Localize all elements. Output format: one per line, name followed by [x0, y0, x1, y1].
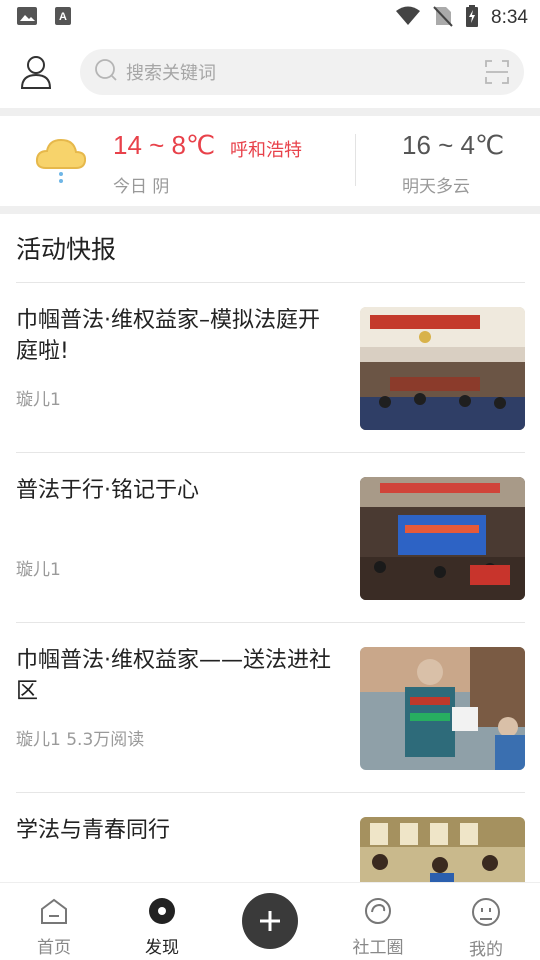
- font-a-icon: A: [54, 6, 72, 30]
- today-weather: 今日 阴: [113, 177, 170, 197]
- news-title[interactable]: 巾帼普法·维权益家——送法进社区: [16, 645, 336, 707]
- weather-divider: [355, 134, 356, 186]
- news-title[interactable]: 巾帼普法·维权益家–模拟法庭开庭啦!: [16, 305, 336, 367]
- home-icon: [39, 897, 69, 929]
- tab-social-circle[interactable]: 社工圈: [324, 883, 432, 960]
- tomorrow-weather: 明天多云: [402, 177, 470, 197]
- tab-mine[interactable]: 我的: [432, 883, 540, 960]
- svg-text:A: A: [59, 11, 67, 23]
- top-header: 搜索关键词: [0, 36, 540, 108]
- clock: 8:34: [491, 7, 528, 28]
- tab-label: 首页: [37, 938, 71, 958]
- tab-label: 我的: [469, 940, 503, 960]
- news-item[interactable]: 巾帼普法·维权益家–模拟法庭开庭啦! 璇儿1: [16, 283, 525, 453]
- divider: [0, 108, 540, 116]
- divider: [0, 206, 540, 214]
- wifi-icon: [395, 6, 421, 30]
- today-temperature: 14 ~ 8℃: [113, 130, 216, 160]
- user-icon[interactable]: [16, 52, 56, 92]
- news-thumbnail[interactable]: [360, 817, 525, 882]
- battery-charging-icon: [465, 5, 479, 31]
- profile-face-icon: [471, 897, 501, 931]
- tab-discover[interactable]: 发现: [108, 883, 216, 960]
- search-bar[interactable]: 搜索关键词: [80, 49, 524, 95]
- image-icon: [16, 6, 38, 30]
- news-thumbnail[interactable]: [360, 477, 525, 600]
- tab-label: 发现: [145, 938, 179, 958]
- section-title: 活动快报: [16, 235, 117, 264]
- news-thumbnail[interactable]: [360, 647, 525, 770]
- tab-home[interactable]: 首页: [0, 883, 108, 960]
- tab-add[interactable]: [216, 883, 324, 960]
- circle-icon: [364, 897, 392, 929]
- search-icon: [94, 58, 118, 86]
- cloud-rain-icon: [34, 134, 88, 186]
- bottom-tab-bar: 首页 发现 社工圈 我的: [0, 882, 540, 960]
- plus-icon[interactable]: [242, 893, 298, 949]
- news-thumbnail[interactable]: [360, 307, 525, 430]
- tomorrow-temperature: 16 ~ 4℃: [402, 130, 505, 160]
- scan-icon[interactable]: [484, 59, 510, 85]
- news-item[interactable]: 学法与青春同行: [16, 793, 525, 882]
- news-meta: 璇儿1 5.3万阅读: [16, 730, 145, 750]
- weather-panel[interactable]: 14 ~ 8℃ 呼和浩特 今日 阴 16 ~ 4℃ 明天多云: [0, 116, 540, 206]
- news-meta: 璇儿1: [16, 560, 61, 580]
- news-title[interactable]: 普法于行·铭记于心: [16, 475, 336, 506]
- tab-label: 社工圈: [352, 938, 404, 958]
- no-sim-icon: [433, 5, 453, 31]
- search-input[interactable]: 搜索关键词: [126, 59, 484, 85]
- discover-icon: [148, 897, 176, 929]
- news-item[interactable]: 普法于行·铭记于心 璇儿1: [16, 453, 525, 623]
- news-item[interactable]: 巾帼普法·维权益家——送法进社区 璇儿1 5.3万阅读: [16, 623, 525, 793]
- city-name[interactable]: 呼和浩特: [230, 136, 302, 162]
- news-meta: 璇儿1: [16, 390, 61, 410]
- news-title[interactable]: 学法与青春同行: [16, 815, 336, 846]
- status-bar: A 8:34: [0, 0, 540, 36]
